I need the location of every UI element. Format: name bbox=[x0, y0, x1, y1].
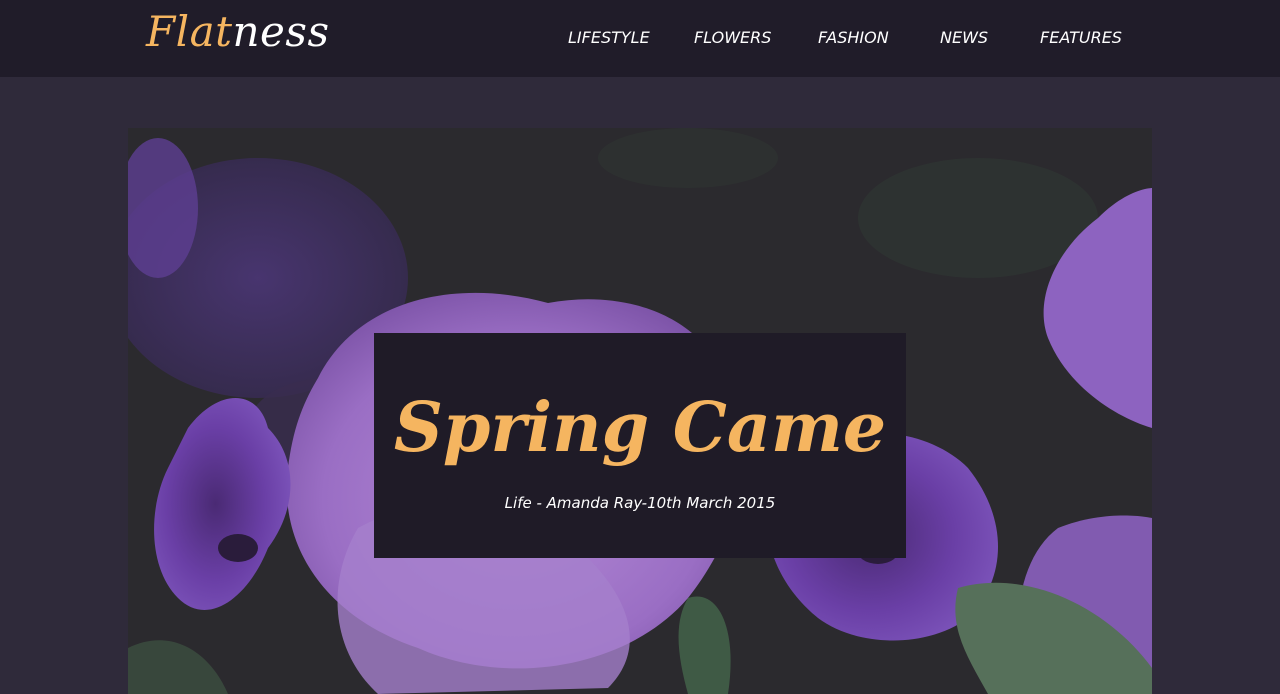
nav-item-lifestyle[interactable]: LIFESTYLE bbox=[568, 28, 650, 48]
post-meta: Life - Amanda Ray-10th March 2015 bbox=[504, 494, 776, 512]
nav-item-flowers[interactable]: FLOWERS bbox=[694, 28, 771, 48]
top-navigation-bar: Flatness LIFESTYLE FLOWERS FASHION NEWS … bbox=[0, 0, 1280, 77]
main-menu: LIFESTYLE FLOWERS FASHION NEWS FEATURES bbox=[0, 0, 1280, 77]
nav-item-news[interactable]: NEWS bbox=[940, 28, 988, 48]
nav-item-features[interactable]: FEATURES bbox=[1040, 28, 1122, 48]
post-title[interactable]: Spring Came bbox=[374, 383, 906, 473]
featured-post-card[interactable]: Spring Came Life - Amanda Ray-10th March… bbox=[374, 333, 906, 558]
nav-item-fashion[interactable]: FASHION bbox=[818, 28, 889, 48]
